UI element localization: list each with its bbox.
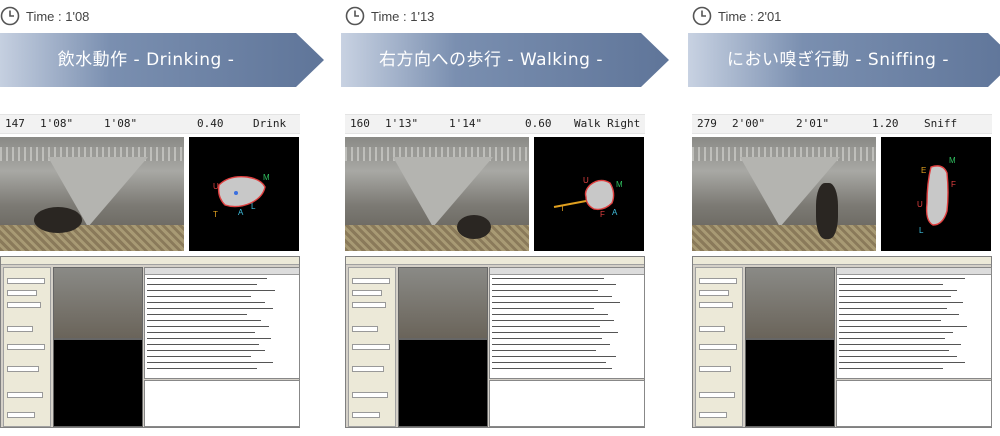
duration: 0.60: [525, 117, 552, 130]
toolbar[interactable]: [1, 257, 299, 265]
panel-sniffing: Time : 2'01 におい嗅ぎ行動 - Sniffing - 279 2'0…: [688, 0, 1000, 436]
analysis-software-window: [345, 256, 645, 428]
mouse: [34, 207, 82, 233]
behavior-name: Drink: [253, 117, 287, 130]
panel-walking: Time : 1'13 右方向への歩行 - Walking - 160 1'13…: [341, 0, 678, 436]
behavior-name: Walk Right: [574, 117, 641, 130]
posture-table[interactable]: [489, 380, 645, 427]
time-row: Time : 2'01: [692, 5, 781, 27]
toolbar[interactable]: [346, 257, 644, 265]
analysis-software-window: [692, 256, 992, 428]
silhouette-view: U M T A L: [189, 137, 299, 251]
duration: 0.40: [197, 117, 224, 130]
part-label: L: [251, 202, 256, 211]
time-row: Time : 1'13: [345, 5, 434, 27]
silhouette-view: M E F U L: [881, 137, 991, 251]
end-time: 1'08": [104, 117, 138, 130]
video-preview: [745, 267, 835, 339]
behavior-banner: におい嗅ぎ行動 - Sniffing -: [688, 33, 1000, 87]
part-label: A: [612, 208, 618, 217]
silhouette-preview: [745, 339, 835, 427]
part-label: F: [951, 180, 956, 189]
part-label: M: [949, 156, 956, 165]
control-pane[interactable]: [3, 267, 51, 427]
analysis-software-window: [0, 256, 300, 428]
behavior-table[interactable]: [489, 267, 645, 379]
duration: 1.20: [872, 117, 899, 130]
time-row: Time : 1'08: [0, 5, 89, 27]
frame-number: 160: [350, 117, 370, 130]
mouse: [457, 215, 491, 239]
time-label: Time : 1'08: [26, 8, 90, 24]
info-bar: 147 1'08" 1'08" 0.40 Drink: [0, 114, 300, 134]
posture-table[interactable]: [144, 380, 300, 427]
silhouette-preview: [398, 339, 488, 427]
panel-drinking: Time : 1'08 飲水動作 - Drinking - 147 1'08" …: [0, 0, 333, 436]
posture-table[interactable]: [836, 380, 992, 427]
toolbar[interactable]: [693, 257, 991, 265]
end-time: 1'14": [449, 117, 483, 130]
bedding: [692, 225, 876, 251]
part-label: M: [263, 173, 270, 182]
control-pane[interactable]: [695, 267, 743, 427]
camera-frame: [692, 137, 876, 251]
banner-text: におい嗅ぎ行動 - Sniffing -: [726, 50, 950, 70]
part-label: T: [213, 210, 218, 219]
silhouette-preview: [53, 339, 143, 427]
behavior-banner: 飲水動作 - Drinking -: [0, 33, 326, 87]
clock-icon: [692, 6, 712, 26]
part-label: A: [238, 208, 244, 217]
frame-number: 279: [697, 117, 717, 130]
banner-text: 右方向への歩行 - Walking -: [379, 50, 603, 70]
part-label: T: [560, 204, 565, 213]
part-label: U: [917, 200, 923, 209]
behavior-name: Sniff: [924, 117, 958, 130]
clock-icon: [345, 6, 365, 26]
behavior-banner: 右方向への歩行 - Walking -: [341, 33, 671, 87]
control-pane[interactable]: [348, 267, 396, 427]
video-preview: [53, 267, 143, 339]
end-time: 2'01": [796, 117, 830, 130]
info-bar: 279 2'00" 2'01" 1.20 Sniff: [692, 114, 992, 134]
part-label: U: [583, 176, 589, 185]
time-label: Time : 2'01: [718, 8, 782, 24]
mouse: [816, 183, 838, 239]
frame-number: 147: [5, 117, 25, 130]
behavior-table[interactable]: [144, 267, 300, 379]
bedding: [345, 225, 529, 251]
bedding: [0, 225, 184, 251]
info-bar: 160 1'13" 1'14" 0.60 Walk Right: [345, 114, 645, 134]
camera-frame: [0, 137, 184, 251]
time-label: Time : 1'13: [371, 8, 435, 24]
banner-text: 飲水動作 - Drinking -: [57, 50, 235, 70]
behavior-table[interactable]: [836, 267, 992, 379]
part-label: M: [616, 180, 623, 189]
part-label: E: [921, 166, 926, 175]
start-time: 1'08": [40, 117, 74, 130]
camera-frame: [345, 137, 529, 251]
part-label: U: [213, 182, 219, 191]
part-label: F: [600, 210, 605, 219]
start-time: 2'00": [732, 117, 766, 130]
video-preview: [398, 267, 488, 339]
silhouette-view: U M T F A: [534, 137, 644, 251]
clock-icon: [0, 6, 20, 26]
start-time: 1'13": [385, 117, 419, 130]
part-label: L: [919, 226, 924, 235]
